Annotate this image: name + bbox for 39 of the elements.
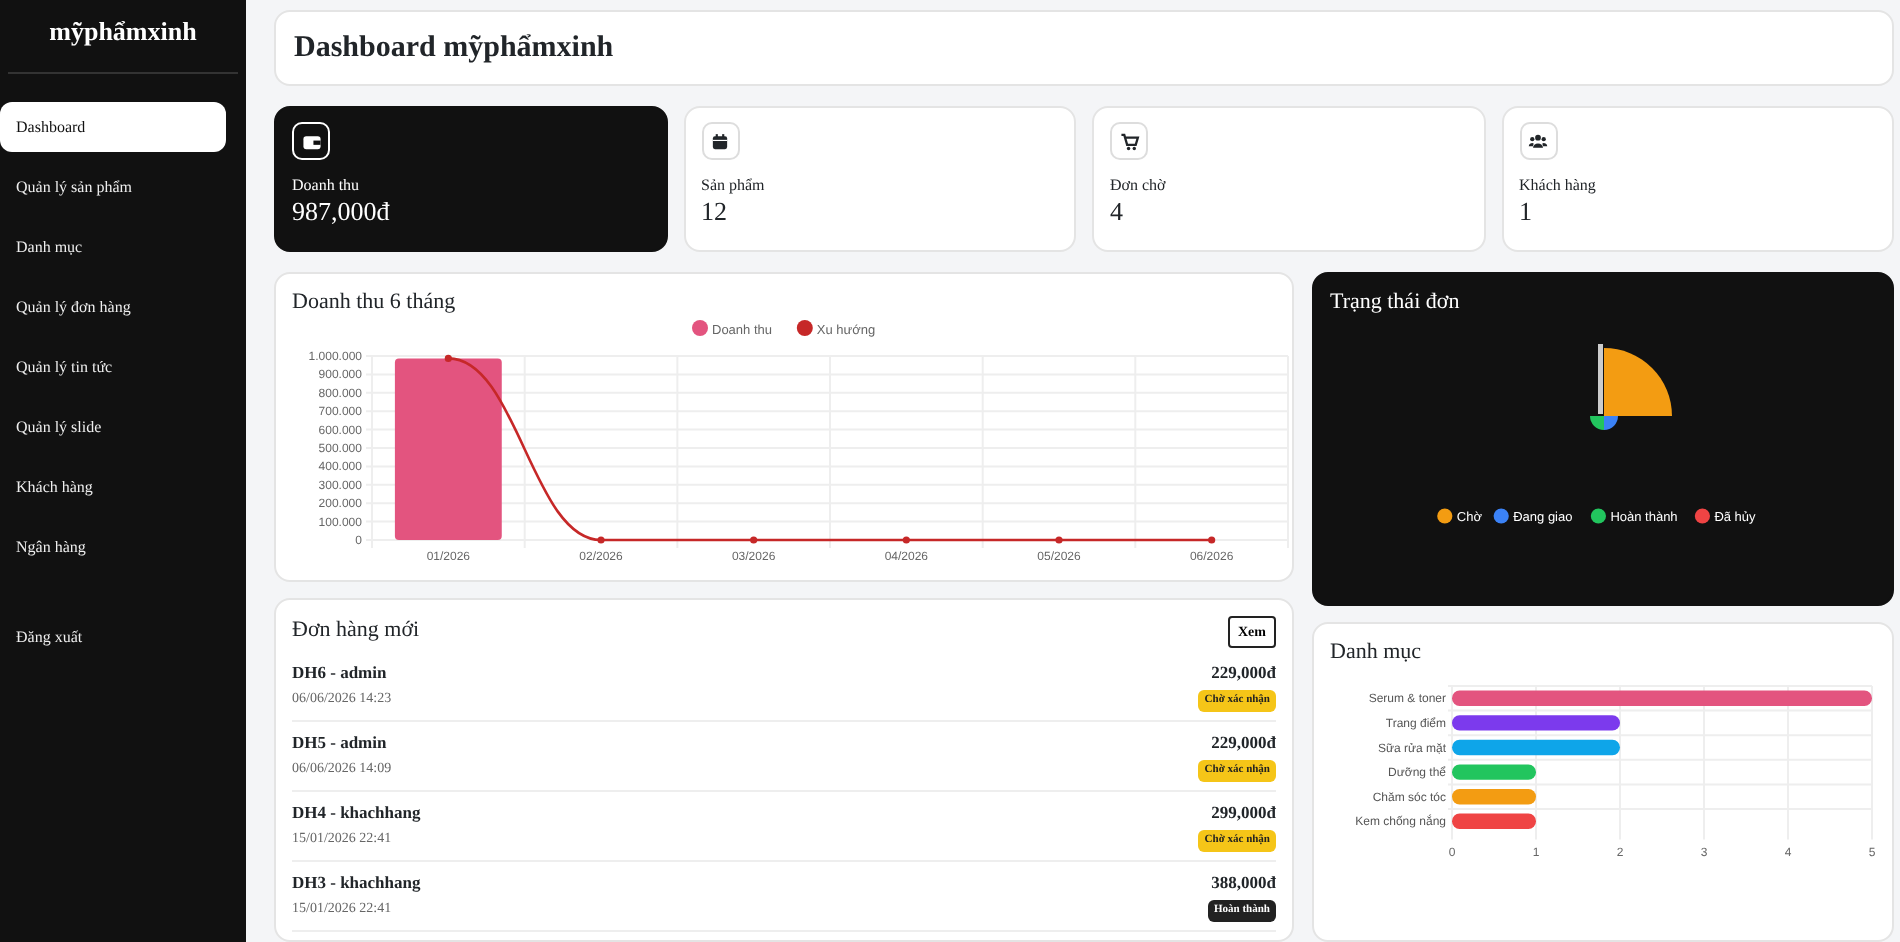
sidebar-item[interactable]: Quản lý slide: [0, 401, 226, 451]
chart-bar: [1452, 764, 1536, 781]
sidebar-item[interactable]: Khách hàng: [0, 461, 226, 511]
cart-icon: [1119, 131, 1139, 151]
stat-value: 4: [1110, 196, 1125, 228]
card-title: Danh mục: [1330, 640, 1424, 667]
order-name: DH4 - khachhang: [292, 800, 421, 826]
order-name: DH5 - admin: [292, 730, 389, 756]
page-title: Dashboard mỹphẩmxinh: [294, 30, 614, 66]
order-amount: 229,000đ: [1211, 730, 1276, 756]
order-name: DH6 - admin: [292, 660, 389, 686]
order-name: DH3 - khachhang: [292, 870, 421, 896]
sidebar-item[interactable]: Quản lý đơn hàng: [0, 281, 226, 331]
order-amount: 388,000đ: [1211, 870, 1276, 896]
stat-value: 1: [1519, 196, 1534, 228]
logout-link[interactable]: Đăng xuất: [0, 611, 226, 661]
stat-label: Doanh thu: [292, 176, 362, 196]
order-amount: 229,000đ: [1211, 660, 1276, 686]
sidebar-item[interactable]: Ngân hàng: [0, 521, 226, 571]
sidebar-item[interactable]: Danh mục: [0, 221, 226, 271]
users-icon: [1528, 131, 1548, 151]
polar-chart-drawing: [1590, 344, 1672, 431]
card-title: Doanh thu 6 tháng: [292, 290, 458, 317]
brand-name: mỹphẩmxinh: [8, 0, 238, 73]
calendar-icon: [710, 131, 730, 151]
stat-label: Khách hàng: [1519, 176, 1598, 196]
chart-bar: [1452, 789, 1536, 805]
sidebar-item[interactable]: Quản lý sản phẩm: [0, 161, 226, 211]
wallet-icon: [301, 131, 321, 151]
chart-bar: [1452, 814, 1536, 830]
stat-value: 987,000đ: [292, 196, 392, 228]
stat-value: 12: [701, 196, 729, 228]
sidebar-item[interactable]: Quản lý tin tức: [0, 341, 226, 391]
card-title: Đơn hàng mới: [292, 618, 420, 646]
card-title: Trạng thái đơn: [1330, 290, 1462, 317]
stat-label: Đơn chờ: [1110, 176, 1168, 196]
stat-label: Sản phẩm: [701, 176, 767, 196]
order-amount: 299,000đ: [1211, 800, 1276, 826]
sidebar-item[interactable]: Dashboard: [0, 101, 226, 151]
